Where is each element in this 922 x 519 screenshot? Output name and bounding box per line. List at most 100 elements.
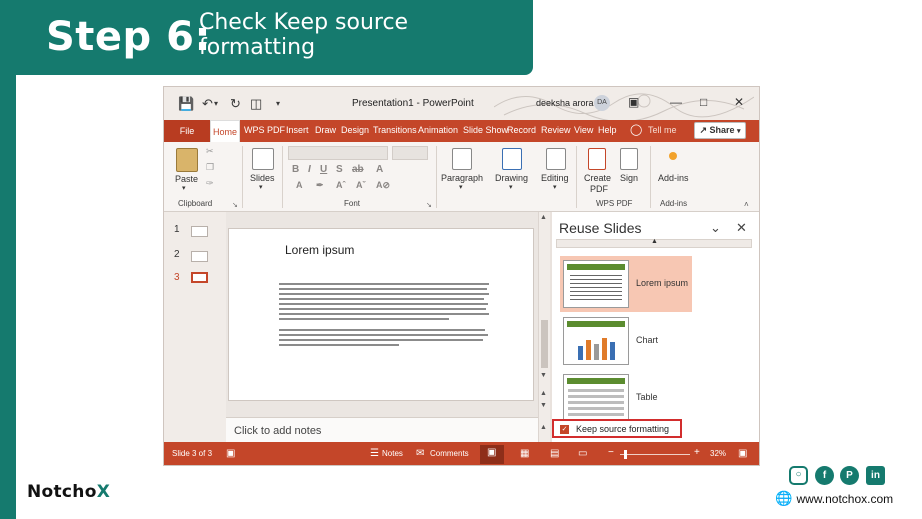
zoom-slider-handle[interactable]	[624, 450, 627, 459]
editing-dropdown-icon[interactable]: ▾	[553, 183, 557, 191]
font-color-icon[interactable]: A	[376, 164, 383, 175]
paragraph-label[interactable]: Paragraph	[441, 173, 483, 183]
cut-icon[interactable]: ✂	[206, 146, 214, 157]
italic-icon[interactable]: I	[308, 164, 311, 175]
comments-icon[interactable]: ✉	[416, 448, 424, 459]
sign-label[interactable]: Sign	[620, 173, 638, 183]
font-launcher-icon[interactable]: ↘	[426, 201, 432, 209]
facebook-icon[interactable]: f	[815, 466, 834, 485]
slide-scrollbar[interactable]: ▲ ▼ ▲ ▼ ▲	[538, 212, 550, 442]
zoom-in-icon[interactable]: +	[694, 447, 700, 458]
create-pdf-icon[interactable]	[588, 148, 606, 170]
notes-area[interactable]: Click to add notes	[226, 417, 538, 442]
instagram-icon[interactable]: ○	[789, 466, 808, 485]
tab-record[interactable]: Record	[507, 125, 536, 135]
save-icon[interactable]: 💾	[178, 96, 194, 112]
slides-dropdown-icon[interactable]: ▾	[259, 183, 263, 191]
shadow-icon[interactable]: S	[336, 164, 343, 175]
slides-icon[interactable]	[252, 148, 274, 170]
reuse-slide-item[interactable]: Lorem ipsum	[560, 256, 692, 312]
pane-scroll-up[interactable]: ▲	[556, 238, 752, 248]
collapse-ribbon-icon[interactable]: ˄	[744, 200, 749, 209]
tab-help[interactable]: Help	[598, 125, 617, 135]
tab-design[interactable]: Design	[341, 125, 369, 135]
create-pdf-label-2[interactable]: PDF	[590, 184, 608, 194]
add-ins-icon[interactable]	[669, 152, 677, 160]
chevron-down-icon[interactable]: ⌄	[710, 220, 721, 236]
lightbulb-icon[interactable]: ◯	[630, 123, 642, 136]
close-icon[interactable]: ✕	[734, 95, 744, 109]
paste-icon[interactable]	[176, 148, 198, 172]
format-painter-icon[interactable]: ✑	[206, 178, 214, 189]
font-size-field[interactable]	[392, 146, 428, 160]
tab-draw[interactable]: Draw	[315, 125, 336, 135]
drawing-icon[interactable]	[502, 148, 522, 170]
slide-show-icon[interactable]: ▭	[578, 448, 587, 459]
notes-scroll-icon[interactable]: ▲	[540, 424, 547, 431]
close-pane-icon[interactable]: ✕	[736, 220, 747, 236]
copy-icon[interactable]: ❐	[206, 162, 214, 173]
add-ins-label[interactable]: Add-ins	[658, 173, 689, 183]
drawing-label[interactable]: Drawing	[495, 173, 528, 183]
paste-label[interactable]: Paste	[175, 174, 198, 184]
redo-icon[interactable]: ↻	[230, 96, 241, 112]
pinterest-icon[interactable]: P	[840, 466, 859, 485]
minimize-icon[interactable]: —	[670, 95, 682, 109]
tab-review[interactable]: Review	[541, 125, 571, 135]
maximize-icon[interactable]: □	[700, 95, 707, 109]
customize-toolbar-icon[interactable]: ▾	[276, 99, 280, 108]
tab-animations[interactable]: Animation	[418, 125, 458, 135]
accessibility-icon[interactable]: ▣	[226, 448, 235, 459]
bold-icon[interactable]: B	[292, 164, 299, 175]
tell-me-search[interactable]: Tell me	[648, 125, 677, 135]
previous-slide-icon[interactable]: ▲	[540, 390, 547, 397]
font-name-field[interactable]	[288, 146, 388, 160]
slides-label[interactable]: Slides	[250, 173, 275, 183]
current-slide[interactable]: Lorem ipsum	[228, 228, 534, 401]
scrollbar-thumb[interactable]	[541, 320, 548, 368]
next-slide-icon[interactable]: ▼	[540, 402, 547, 409]
scroll-down-icon[interactable]: ▼	[540, 372, 547, 379]
avatar[interactable]: DA	[594, 95, 610, 111]
paste-dropdown-icon[interactable]: ▾	[182, 184, 186, 192]
keep-source-formatting-checkbox[interactable]: ✓	[560, 425, 569, 434]
notes-icon[interactable]: ☰	[370, 448, 379, 459]
tab-transitions[interactable]: Transitions	[373, 125, 417, 135]
paragraph-dropdown-icon[interactable]: ▾	[459, 183, 463, 191]
reuse-slide-item[interactable]: Chart	[560, 313, 692, 369]
scroll-up-icon[interactable]: ▲	[540, 214, 547, 221]
thumbnail-slide-3[interactable]	[191, 272, 208, 283]
tab-slide-show[interactable]: Slide Show	[463, 125, 508, 135]
linkedin-icon[interactable]: in	[866, 466, 885, 485]
normal-view-button[interactable]: ▣	[480, 445, 504, 464]
editing-search-icon[interactable]	[546, 148, 566, 170]
zoom-out-icon[interactable]: −	[608, 447, 614, 458]
clear-format-icon[interactable]: A⊘	[376, 180, 390, 191]
present-icon[interactable]: ◫	[250, 96, 262, 112]
highlight-icon[interactable]: ✒	[316, 180, 324, 191]
comments-button[interactable]: Comments	[430, 449, 469, 458]
undo-dropdown-icon[interactable]: ▾	[214, 99, 218, 108]
slide-sorter-icon[interactable]: ▦	[520, 448, 529, 459]
paragraph-icon[interactable]	[452, 148, 472, 170]
slide-title[interactable]: Lorem ipsum	[285, 243, 354, 257]
notes-button[interactable]: Notes	[382, 449, 403, 458]
tab-file[interactable]: File	[164, 120, 210, 142]
strikethrough-icon[interactable]: ab	[352, 164, 364, 175]
zoom-level[interactable]: 32%	[710, 449, 726, 458]
create-pdf-label-1[interactable]: Create	[584, 173, 611, 183]
increase-font-icon[interactable]: Aˆ	[336, 180, 346, 190]
keep-source-formatting-highlight[interactable]: ✓ Keep source formatting	[552, 419, 682, 438]
decrease-font-icon[interactable]: Aˇ	[356, 180, 366, 190]
tab-insert[interactable]: Insert	[286, 125, 309, 135]
zoom-slider[interactable]	[620, 454, 690, 455]
drawing-dropdown-icon[interactable]: ▾	[509, 183, 513, 191]
clipboard-launcher-icon[interactable]: ↘	[232, 201, 238, 209]
reading-view-icon[interactable]: ▤	[550, 448, 559, 459]
text-effects-icon[interactable]: A	[296, 180, 303, 190]
fit-slide-icon[interactable]: ▣	[738, 448, 747, 459]
thumbnail-slide-1[interactable]	[191, 226, 208, 237]
share-button[interactable]: ↗ Share ▾	[694, 122, 746, 139]
keep-source-formatting-label[interactable]: Keep source formatting	[576, 424, 669, 434]
editing-label[interactable]: Editing	[541, 173, 569, 183]
